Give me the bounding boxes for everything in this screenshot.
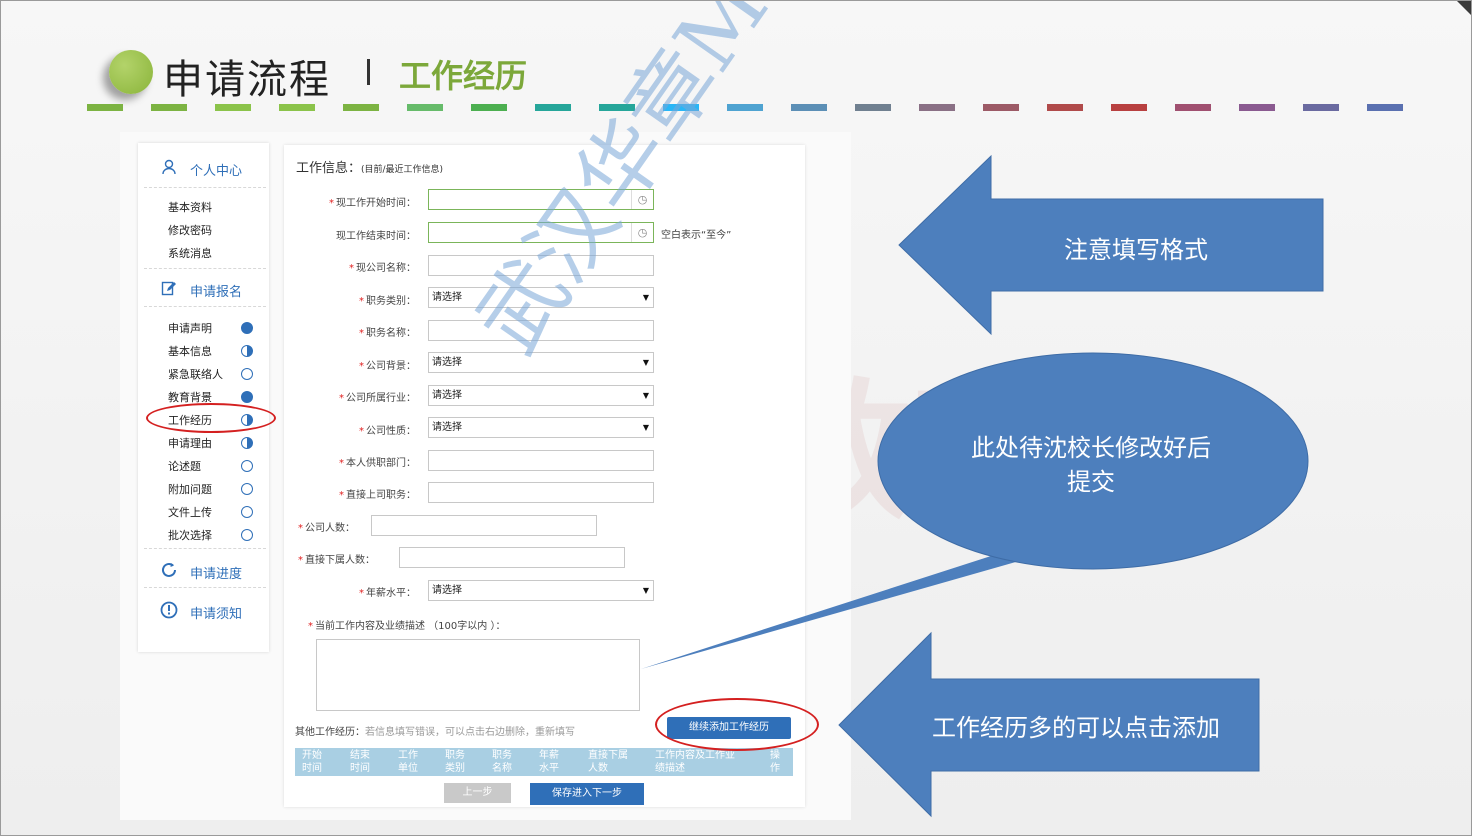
slide: 教育 申请流程 工作经历 个人中心 基本资料 修改密码 系统消息 申请报名 申请… bbox=[0, 0, 1472, 836]
add-note-text: 工作经历多的可以点击添加 bbox=[932, 714, 1220, 742]
format-note-text: 注意填写格式 bbox=[1064, 236, 1208, 264]
submit-note-text: 此处待沈校长修改好后 提交 bbox=[971, 434, 1211, 496]
callout-shapes bbox=[641, 154, 1324, 818]
speech-bubble-tail bbox=[641, 549, 1061, 669]
